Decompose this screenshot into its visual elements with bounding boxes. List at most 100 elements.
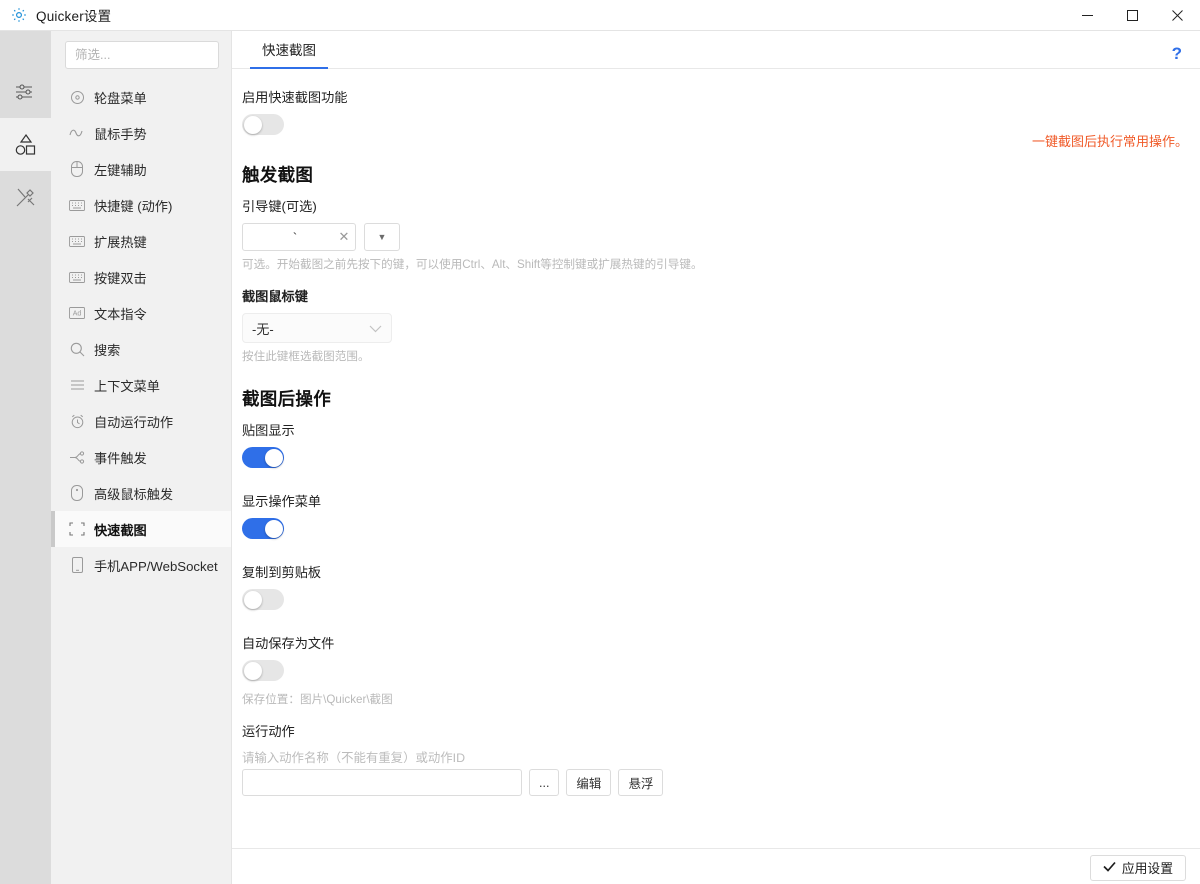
auto-save-label: 自动保存为文件 bbox=[242, 636, 335, 651]
sidebar-nav: 轮盘菜单 鼠标手势 左键辅助 bbox=[51, 31, 232, 884]
keyboard-icon bbox=[69, 233, 85, 249]
toggle-knob bbox=[264, 519, 283, 538]
sidebar-item-label: 搜索 bbox=[94, 342, 121, 358]
guide-key-value: ` bbox=[292, 229, 298, 245]
trigger-section-title: 触发截图 bbox=[242, 165, 314, 185]
settings-content: 一键截图后执行常用操作。 启用快速截图功能 触发截图 引导键(可选) ` ✕ ▼… bbox=[232, 69, 1200, 848]
window-controls bbox=[1065, 0, 1200, 31]
sidebar-item-自动运行动作[interactable]: 自动运行动作 bbox=[51, 403, 231, 439]
toggle-knob bbox=[243, 115, 262, 134]
sidebar-item-label: 轮盘菜单 bbox=[94, 90, 147, 106]
browse-action-button[interactable]: ... bbox=[529, 769, 560, 796]
sidebar-item-label: 高级鼠标触发 bbox=[94, 486, 174, 502]
gesture-wave-icon bbox=[69, 125, 85, 141]
mouse-key-select[interactable]: -无- bbox=[242, 313, 392, 343]
sidebar-item-事件触发[interactable]: 事件触发 bbox=[51, 439, 231, 475]
paste-display-toggle[interactable] bbox=[242, 447, 284, 468]
app-gear-icon bbox=[11, 7, 27, 23]
toggle-knob bbox=[264, 448, 283, 467]
sidebar-item-label: 按键双击 bbox=[94, 270, 147, 286]
sidebar-item-快捷键-动作[interactable]: 快捷键 (动作) bbox=[51, 187, 231, 223]
sidebar-item-按键双击[interactable]: 按键双击 bbox=[51, 259, 231, 295]
run-action-label: 运行动作 bbox=[242, 724, 295, 739]
crop-brackets-icon bbox=[69, 521, 85, 537]
search-icon bbox=[69, 341, 85, 357]
quicker-settings-window: Quicker设置 筛选... 轮盘菜单 鼠标手势 左键辅助 快捷键 (动作) … bbox=[0, 0, 1200, 884]
toggle-knob bbox=[243, 590, 262, 609]
keyboard-icon bbox=[69, 197, 85, 213]
mouse-key-label: 截图鼠标键 bbox=[242, 289, 308, 304]
sidebar-item-label: 左键辅助 bbox=[94, 162, 147, 178]
sidebar-item-上下文菜单[interactable]: 上下文菜单 bbox=[51, 367, 231, 403]
filter-wrapper bbox=[51, 31, 231, 77]
sidebar-item-label: 自动运行动作 bbox=[94, 414, 174, 430]
enable-label: 启用快速截图功能 bbox=[242, 90, 348, 105]
sidebar-item-鼠标手势[interactable]: 鼠标手势 bbox=[51, 115, 231, 151]
tab-label: 快速截图 bbox=[262, 43, 316, 58]
guide-key-input[interactable]: ` ✕ bbox=[242, 223, 356, 251]
sidebar-item-label: 鼠标手势 bbox=[94, 126, 147, 142]
show-action-menu-toggle[interactable] bbox=[242, 518, 284, 539]
check-icon bbox=[1103, 860, 1116, 875]
help-icon[interactable]: ? bbox=[1172, 45, 1182, 62]
float-action-button[interactable]: 悬浮 bbox=[618, 769, 664, 796]
sidebar-item-label: 事件触发 bbox=[94, 450, 147, 466]
chevron-down-icon bbox=[369, 321, 382, 336]
guide-key-dropdown-button[interactable]: ▼ bbox=[364, 223, 400, 251]
mouse-icon bbox=[69, 161, 85, 177]
sidebar-item-文本指令[interactable]: Ad 文本指令 bbox=[51, 295, 231, 331]
title-bar: Quicker设置 bbox=[0, 0, 1200, 31]
sidebar-item-label: 手机APP/WebSocket bbox=[94, 558, 218, 574]
circle-dot-icon bbox=[69, 89, 85, 105]
save-path-hint: 保存位置：图片\Quicker\截图 bbox=[242, 693, 393, 706]
apply-settings-button[interactable]: 应用设置 bbox=[1089, 854, 1186, 881]
chevron-down-icon: ▼ bbox=[377, 232, 387, 242]
sidebar-item-搜索[interactable]: 搜索 bbox=[51, 331, 231, 367]
rail-item-triggers[interactable] bbox=[0, 118, 51, 171]
mouse-key-selected-value: -无- bbox=[252, 321, 274, 337]
close-button[interactable] bbox=[1155, 0, 1200, 31]
sidebar-item-扩展热键[interactable]: 扩展热键 bbox=[51, 223, 231, 259]
copy-clipboard-label: 复制到剪贴板 bbox=[242, 565, 322, 580]
post-section-title: 截图后操作 bbox=[242, 389, 331, 409]
sidebar-item-label: 快速截图 bbox=[94, 522, 147, 538]
guide-key-label: 引导键(可选) bbox=[242, 199, 317, 214]
minimize-button[interactable] bbox=[1065, 0, 1110, 31]
maximize-button[interactable] bbox=[1110, 0, 1155, 31]
footer-bar: 应用设置 bbox=[232, 848, 1200, 884]
sidebar-item-左键辅助[interactable]: 左键辅助 bbox=[51, 151, 231, 187]
run-action-row: ... 编辑 悬浮 bbox=[242, 769, 1200, 796]
rail-item-tools[interactable] bbox=[0, 171, 51, 224]
mouse-key-hint: 按住此键框选截图范围。 bbox=[242, 350, 370, 363]
sidebar-item-label: 快捷键 (动作) bbox=[94, 198, 173, 214]
clear-icon[interactable]: ✕ bbox=[333, 229, 355, 245]
tools-icon bbox=[13, 185, 39, 211]
alarm-clock-icon bbox=[69, 413, 85, 429]
apply-settings-label: 应用设置 bbox=[1121, 861, 1173, 876]
tab-快速截图[interactable]: 快速截图 bbox=[250, 39, 328, 69]
run-action-input[interactable] bbox=[242, 769, 522, 796]
sidebar-item-轮盘菜单[interactable]: 轮盘菜单 bbox=[51, 79, 231, 115]
sidebar-item-高级鼠标触发[interactable]: 高级鼠标触发 bbox=[51, 475, 231, 511]
enable-quick-capture-toggle[interactable] bbox=[242, 114, 284, 135]
sidebar-item-label: 文本指令 bbox=[94, 306, 147, 322]
window-title: Quicker设置 bbox=[36, 9, 112, 24]
run-action-placeholder-label: 请输入动作名称（不能有重复）或动作ID bbox=[242, 751, 466, 765]
sidebar-item-快速截图[interactable]: 快速截图 bbox=[51, 511, 231, 547]
guide-key-row: ` ✕ ▼ bbox=[242, 223, 1200, 251]
sidebar-item-手机APP-WebSocket[interactable]: 手机APP/WebSocket bbox=[51, 547, 231, 583]
sidebar-item-list: 轮盘菜单 鼠标手势 左键辅助 快捷键 (动作) 扩展热键 按键双击 Ad 文本指… bbox=[51, 77, 231, 884]
copy-to-clipboard-toggle[interactable] bbox=[242, 589, 284, 610]
filter-input[interactable] bbox=[65, 41, 219, 69]
paste-display-label: 贴图显示 bbox=[242, 423, 295, 438]
edit-action-button[interactable]: 编辑 bbox=[566, 769, 612, 796]
sidebar-item-label: 上下文菜单 bbox=[94, 378, 160, 394]
sidebar-item-label: 扩展热键 bbox=[94, 234, 147, 250]
rail-item-general-settings[interactable] bbox=[0, 65, 51, 118]
svg-text:Ad: Ad bbox=[73, 311, 82, 318]
window-body: 轮盘菜单 鼠标手势 左键辅助 bbox=[0, 31, 1200, 884]
show-menu-label: 显示操作菜单 bbox=[242, 494, 322, 509]
auto-save-file-toggle[interactable] bbox=[242, 660, 284, 681]
menu-lines-icon bbox=[69, 377, 85, 393]
phone-icon bbox=[69, 557, 85, 573]
